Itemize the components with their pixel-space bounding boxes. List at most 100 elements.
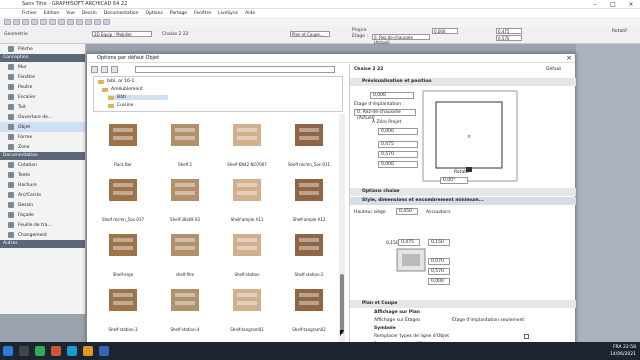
menu-item[interactable]: Dessin — [82, 11, 97, 16]
save-icon[interactable] — [22, 18, 29, 25]
close-button[interactable]: × — [622, 0, 640, 9]
favorite-icon[interactable] — [101, 65, 108, 73]
tree-item[interactable]: Cuisine — [108, 103, 133, 108]
depth-field[interactable]: 0,570 — [496, 35, 522, 41]
elev-field[interactable]: 0,000 — [432, 28, 458, 34]
top-field[interactable]: 0,000 — [370, 92, 414, 99]
object-thumbnail[interactable]: Shelf mcmn_5oc-017 — [93, 169, 153, 224]
tool-roof[interactable]: Toit — [0, 102, 85, 112]
height-field[interactable]: 0,000 — [378, 161, 418, 168]
elev-field[interactable]: 0,000 — [378, 128, 418, 135]
3d-icon[interactable] — [103, 18, 110, 25]
object-thumbnail[interactable]: Rack Bar — [93, 114, 153, 169]
zoom-icon[interactable] — [85, 18, 92, 25]
app-icon[interactable] — [35, 346, 45, 356]
etage-select[interactable]: 0. Rez-de-chaussée (Actuel) — [354, 109, 416, 121]
copy-icon[interactable] — [58, 18, 65, 25]
aff-value[interactable]: Étage d'implantation seulement — [452, 318, 524, 323]
tool-fill[interactable]: Hachure — [0, 180, 85, 190]
grid-scrollbar[interactable] — [339, 114, 345, 350]
tool-dimension[interactable]: Cotation — [0, 160, 85, 170]
object-thumbnail[interactable]: Shelf-station-4 — [155, 279, 215, 334]
tree-item[interactable]: bibl. ar 16-1 — [98, 79, 134, 84]
tool-pointer[interactable]: Pièche — [0, 44, 85, 54]
dim-field[interactable]: 0,150 — [428, 239, 450, 246]
tool-arc[interactable]: Arc/Cercle — [0, 190, 85, 200]
hauteur-field[interactable]: 0,450 — [396, 208, 418, 215]
search-icon[interactable] — [19, 346, 29, 356]
tree-item-selected[interactable]: Bâti — [108, 95, 168, 100]
object-thumbnail[interactable]: Shelf-tangram02 — [279, 279, 339, 334]
tool-change[interactable]: Changement — [0, 230, 85, 240]
tool-text[interactable]: Texte — [0, 170, 85, 180]
tool-stair[interactable]: Escalier — [0, 92, 85, 102]
object-thumbnail[interactable]: Shelf-36s69 03 — [155, 169, 215, 224]
maximize-button[interactable]: □ — [604, 0, 622, 9]
depth-field[interactable]: 0,570 — [378, 151, 418, 158]
plan-coupe-button[interactable]: Plan et Coupe... — [290, 31, 330, 37]
cut-icon[interactable] — [49, 18, 56, 25]
redo-icon[interactable] — [40, 18, 47, 25]
section-plan[interactable]: Plan et Coupe — [350, 300, 576, 308]
object-thumbnail[interactable]: Shelf-station-2 — [279, 224, 339, 279]
tool-drawing[interactable]: Dessin — [0, 200, 85, 210]
new-icon[interactable] — [4, 18, 11, 25]
object-thumbnail[interactable]: Shelf-station — [217, 224, 277, 279]
menu-item[interactable]: Fenêtre — [194, 11, 211, 16]
pan-icon[interactable] — [94, 18, 101, 25]
tool-elevation[interactable]: Façade — [0, 210, 85, 220]
dim-field[interactable]: 0,000 — [428, 278, 450, 285]
search-input[interactable] — [135, 66, 335, 73]
section-autres[interactable]: Autres — [0, 240, 85, 248]
dim-field[interactable]: 0,475 — [398, 239, 420, 246]
app-icon[interactable] — [83, 346, 93, 356]
settings-icon[interactable] — [111, 65, 118, 73]
section-documentation[interactable]: Documentation — [0, 152, 85, 160]
layer-field[interactable]: 2D Equip - Mobilier — [92, 31, 152, 37]
object-thumbnail[interactable]: Shelf-ample A11 — [217, 169, 277, 224]
menu-item[interactable]: Edition — [44, 11, 60, 16]
app-icon[interactable] — [99, 346, 109, 356]
open-icon[interactable] — [13, 18, 20, 25]
etage-field[interactable]: 0. Rez-de-chaussée (Actuel) — [372, 34, 430, 45]
print-icon[interactable] — [76, 18, 83, 25]
dim-field[interactable]: 0,070 — [428, 258, 450, 265]
library-icon[interactable] — [91, 65, 98, 73]
tool-object[interactable]: Objet — [0, 122, 85, 132]
tool-shape[interactable]: Forme — [0, 132, 85, 142]
lang-label[interactable]: FRA — [613, 345, 622, 350]
object-thumbnail[interactable]: Shelf 2 — [155, 114, 215, 169]
tool-beam[interactable]: Poutre — [0, 82, 85, 92]
tool-opening[interactable]: Ouverture de... — [0, 112, 85, 122]
object-thumbnail[interactable]: Shelf-ample A12 — [279, 169, 339, 224]
object-thumbnail[interactable]: Shelf-ergo — [93, 224, 153, 279]
width-field[interactable]: 0,475 — [378, 141, 418, 148]
close-icon[interactable]: × — [566, 54, 572, 63]
section-preview[interactable]: Prévisualisation et position — [350, 78, 576, 86]
paste-icon[interactable] — [67, 18, 74, 25]
minimize-button[interactable]: – — [586, 0, 604, 9]
rep1-checkbox[interactable] — [524, 334, 529, 339]
dim-field[interactable]: 0,570 — [428, 268, 450, 275]
menu-item[interactable]: Fichier — [22, 11, 37, 16]
section-options[interactable]: Options chaise — [350, 188, 576, 196]
tool-window[interactable]: Fenêtre — [0, 72, 85, 82]
menu-item[interactable]: Partage — [170, 11, 187, 16]
menu-item[interactable]: Vue — [66, 11, 74, 16]
start-icon[interactable] — [3, 346, 13, 356]
menu-item[interactable]: Aide — [245, 11, 255, 16]
clock[interactable]: 22:58 — [623, 345, 636, 350]
object-thumbnail[interactable]: Shelf KN42 NO7007 — [217, 114, 277, 169]
app-icon[interactable] — [67, 346, 77, 356]
tool-wall[interactable]: Mur — [0, 62, 85, 72]
width-field[interactable]: 0,475 — [496, 28, 522, 34]
undo-icon[interactable] — [31, 18, 38, 25]
app-icon[interactable] — [51, 346, 61, 356]
tree-item[interactable]: Améublement — [102, 87, 143, 92]
object-thumbnail[interactable]: Shelf-tangram01 — [217, 279, 277, 334]
scrollbar-thumb[interactable] — [340, 274, 344, 334]
object-thumbnail[interactable]: shelf-film — [155, 224, 215, 279]
section-style[interactable]: Style, dimensions et encombrement minimu… — [350, 197, 576, 205]
section-conception[interactable]: Conception — [0, 54, 85, 62]
menu-item[interactable]: Documentation — [104, 11, 139, 16]
